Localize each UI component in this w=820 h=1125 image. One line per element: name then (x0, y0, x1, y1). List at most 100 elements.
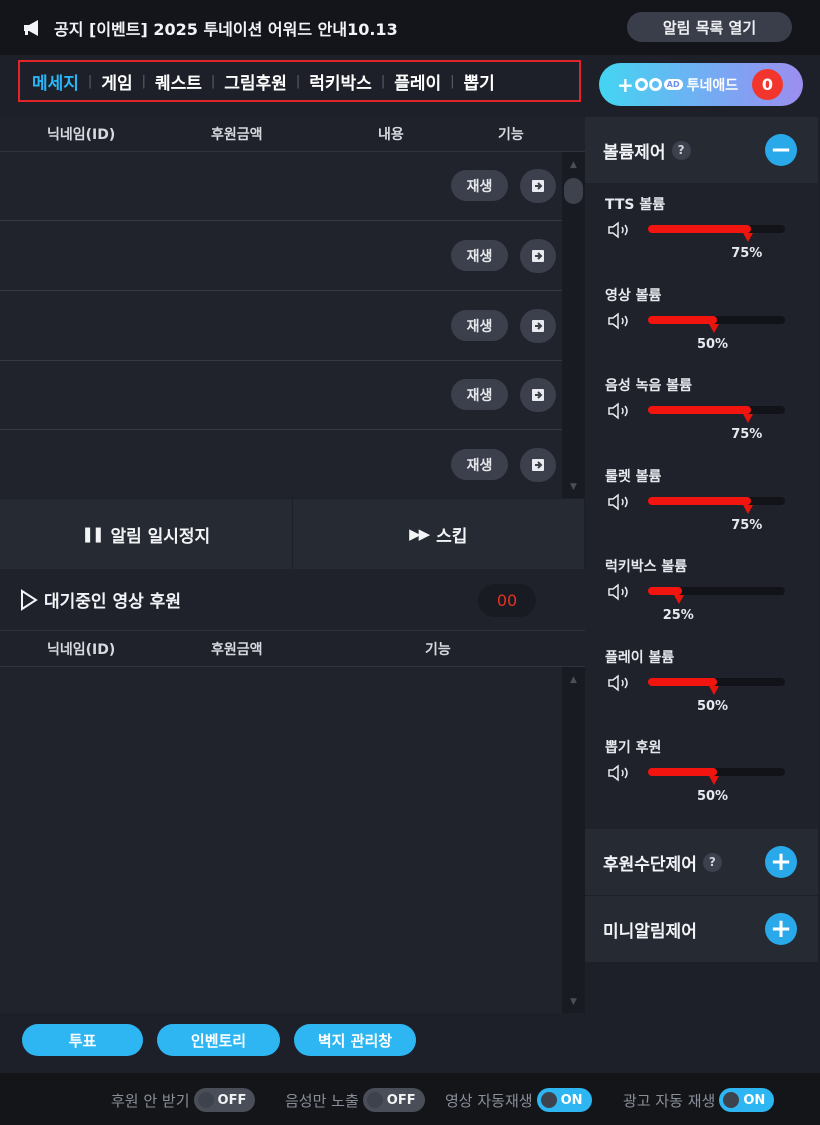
video-autoplay-toggle[interactable]: ON (536, 1088, 592, 1112)
voice-only-toggle-group: 음성만 노출 OFF (285, 1088, 425, 1112)
volume-fill (648, 677, 717, 686)
scroll-up-icon[interactable]: ▲ (562, 675, 585, 685)
volume-handle[interactable] (708, 776, 719, 785)
pause-alarm-label: 알림 일시정지 (110, 526, 211, 547)
volume-track[interactable] (648, 587, 785, 595)
inventory-button[interactable]: 인벤토리 (157, 1024, 280, 1056)
speaker-icon[interactable] (607, 673, 637, 693)
volume-track[interactable] (648, 225, 785, 233)
volume-name: TTS 볼륨 (605, 197, 666, 213)
speaker-icon[interactable] (607, 220, 637, 240)
collapse-volume-button[interactable]: − (765, 134, 797, 166)
no-donation-toggle[interactable]: OFF (193, 1088, 256, 1112)
volume-track[interactable] (648, 496, 785, 505)
speaker-icon[interactable] (607, 401, 637, 421)
voice-only-toggle[interactable]: OFF (362, 1088, 425, 1112)
column-content: 내용 (378, 127, 404, 143)
tab-separator: | (295, 73, 301, 89)
waiting-table-header: 닉네임(ID) 후원금액 기능 (0, 632, 585, 667)
volume-track[interactable] (648, 315, 785, 324)
megaphone-icon (22, 19, 44, 37)
notice-bar: 공지 [이벤트] 2025 투네이션 어워드 안내10.13 알림 목록 열기 (0, 0, 820, 55)
voice-only-label: 음성만 노출 (285, 1091, 359, 1110)
tab-play[interactable]: 플레이 (394, 69, 441, 94)
tab-lucky-box[interactable]: 럭키박스 (309, 69, 372, 94)
scroll-up-icon[interactable]: ▲ (562, 160, 585, 170)
tab-separator: | (141, 73, 146, 89)
volume-slider: 럭키박스 볼륨 25% (605, 556, 805, 636)
speaker-icon[interactable] (607, 492, 637, 512)
volume-percent: 50% (696, 336, 729, 352)
footer-toggles: 후원 안 받기 OFF 음성만 노출 OFF 영상 자동재생 ON 광고 자동 … (0, 1073, 820, 1125)
volume-percent: 50% (696, 789, 729, 804)
resend-icon[interactable] (520, 448, 556, 482)
volume-handle[interactable] (674, 595, 685, 604)
volume-slider: 룰렛 볼륨 75% (605, 466, 805, 546)
resend-icon[interactable] (520, 378, 556, 412)
open-alarm-list-button[interactable]: 알림 목록 열기 (627, 12, 792, 42)
resend-icon[interactable] (520, 239, 556, 273)
expand-donation-method-button[interactable]: + (765, 846, 797, 878)
wall-manager-button[interactable]: 벽지 관리창 (294, 1024, 416, 1056)
scroll-down-icon[interactable]: ▼ (562, 482, 585, 492)
resend-icon[interactable] (520, 309, 556, 343)
tab-drawing-donation[interactable]: 그림후원 (224, 69, 287, 94)
tab-quest[interactable]: 퀘스트 (155, 69, 202, 94)
help-icon[interactable]: ? (671, 140, 691, 160)
scroll-thumb[interactable] (564, 178, 583, 204)
tab-game[interactable]: 게임 (101, 69, 132, 94)
message-table-header: 닉네임(ID) 후원금액 내용 기능 (0, 117, 585, 152)
alarm-controls: ❚❚ 알림 일시정지 ▶▶ 스킵 (0, 499, 585, 569)
column-function: 기능 (425, 642, 451, 658)
volume-handle[interactable] (708, 685, 719, 695)
resend-icon[interactable] (520, 169, 556, 203)
volume-fill (648, 496, 751, 505)
help-icon[interactable]: ? (702, 852, 722, 872)
volume-track[interactable] (648, 406, 785, 414)
play-button[interactable]: 재생 (451, 310, 508, 341)
volume-track[interactable] (648, 768, 785, 776)
column-nickname: 닉네임(ID) (47, 127, 116, 143)
volume-handle[interactable] (708, 323, 719, 333)
tab-draw[interactable]: 뽑기 (464, 69, 495, 94)
pause-alarm-button[interactable]: ❚❚ 알림 일시정지 (0, 499, 293, 569)
tuneaid-button[interactable]: + AD 투네애드 0 (599, 63, 803, 106)
volume-handle[interactable] (742, 414, 753, 423)
volume-handle[interactable] (742, 233, 753, 242)
column-nickname: 닉네임(ID) (47, 642, 116, 658)
skip-label: 스킵 (436, 526, 468, 547)
waiting-scrollbar[interactable]: ▲ ▼ (562, 667, 585, 1013)
volume-fill (648, 768, 717, 776)
tab-separator: | (380, 73, 386, 89)
volume-name: 럭키박스 볼륨 (605, 559, 688, 575)
volume-control-title: 볼륨제어 (603, 142, 666, 163)
table-row: 재생 (0, 361, 562, 430)
volume-handle[interactable] (742, 504, 753, 514)
volume-name: 룰렛 볼륨 (605, 468, 662, 485)
category-tabs: 메세지 | 게임 | 퀘스트 | 그림후원 | 럭키박스 | 플레이 | 뽑기 (18, 60, 581, 102)
scroll-down-icon[interactable]: ▼ (562, 997, 585, 1007)
play-button[interactable]: 재생 (451, 449, 508, 480)
volume-track[interactable] (648, 677, 785, 686)
skip-button[interactable]: ▶▶ 스킵 (293, 499, 585, 569)
volume-control-header: 볼륨제어 ? − (585, 117, 818, 183)
pause-icon: ❚❚ (81, 525, 104, 543)
vote-button[interactable]: 투표 (22, 1024, 143, 1056)
tab-message[interactable]: 메세지 (32, 69, 79, 94)
expand-mini-alarm-button[interactable]: + (765, 913, 797, 945)
waiting-video-title: 대기중인 영상 후원 (44, 592, 181, 612)
video-autoplay-toggle-group: 영상 자동재생 ON (445, 1088, 592, 1112)
ad-autoplay-toggle[interactable]: ON (719, 1088, 775, 1112)
speaker-icon[interactable] (607, 311, 637, 331)
play-button[interactable]: 재생 (451, 170, 508, 201)
volume-name: 음성 녹음 볼륨 (605, 378, 693, 394)
fast-forward-icon: ▶▶ (409, 525, 430, 543)
play-button[interactable]: 재생 (451, 379, 508, 410)
speaker-icon[interactable] (607, 582, 637, 602)
play-button[interactable]: 재생 (451, 240, 508, 271)
bottom-button-bar: 투표 인벤토리 벽지 관리창 (0, 1013, 820, 1073)
volume-slider: 영상 볼륨 50% (605, 285, 805, 365)
message-scrollbar[interactable]: ▲ ▼ (562, 152, 585, 498)
speaker-icon[interactable] (607, 763, 637, 783)
notice-text[interactable]: 공지 [이벤트] 2025 투네이션 어워드 안내10.13 (54, 16, 398, 40)
